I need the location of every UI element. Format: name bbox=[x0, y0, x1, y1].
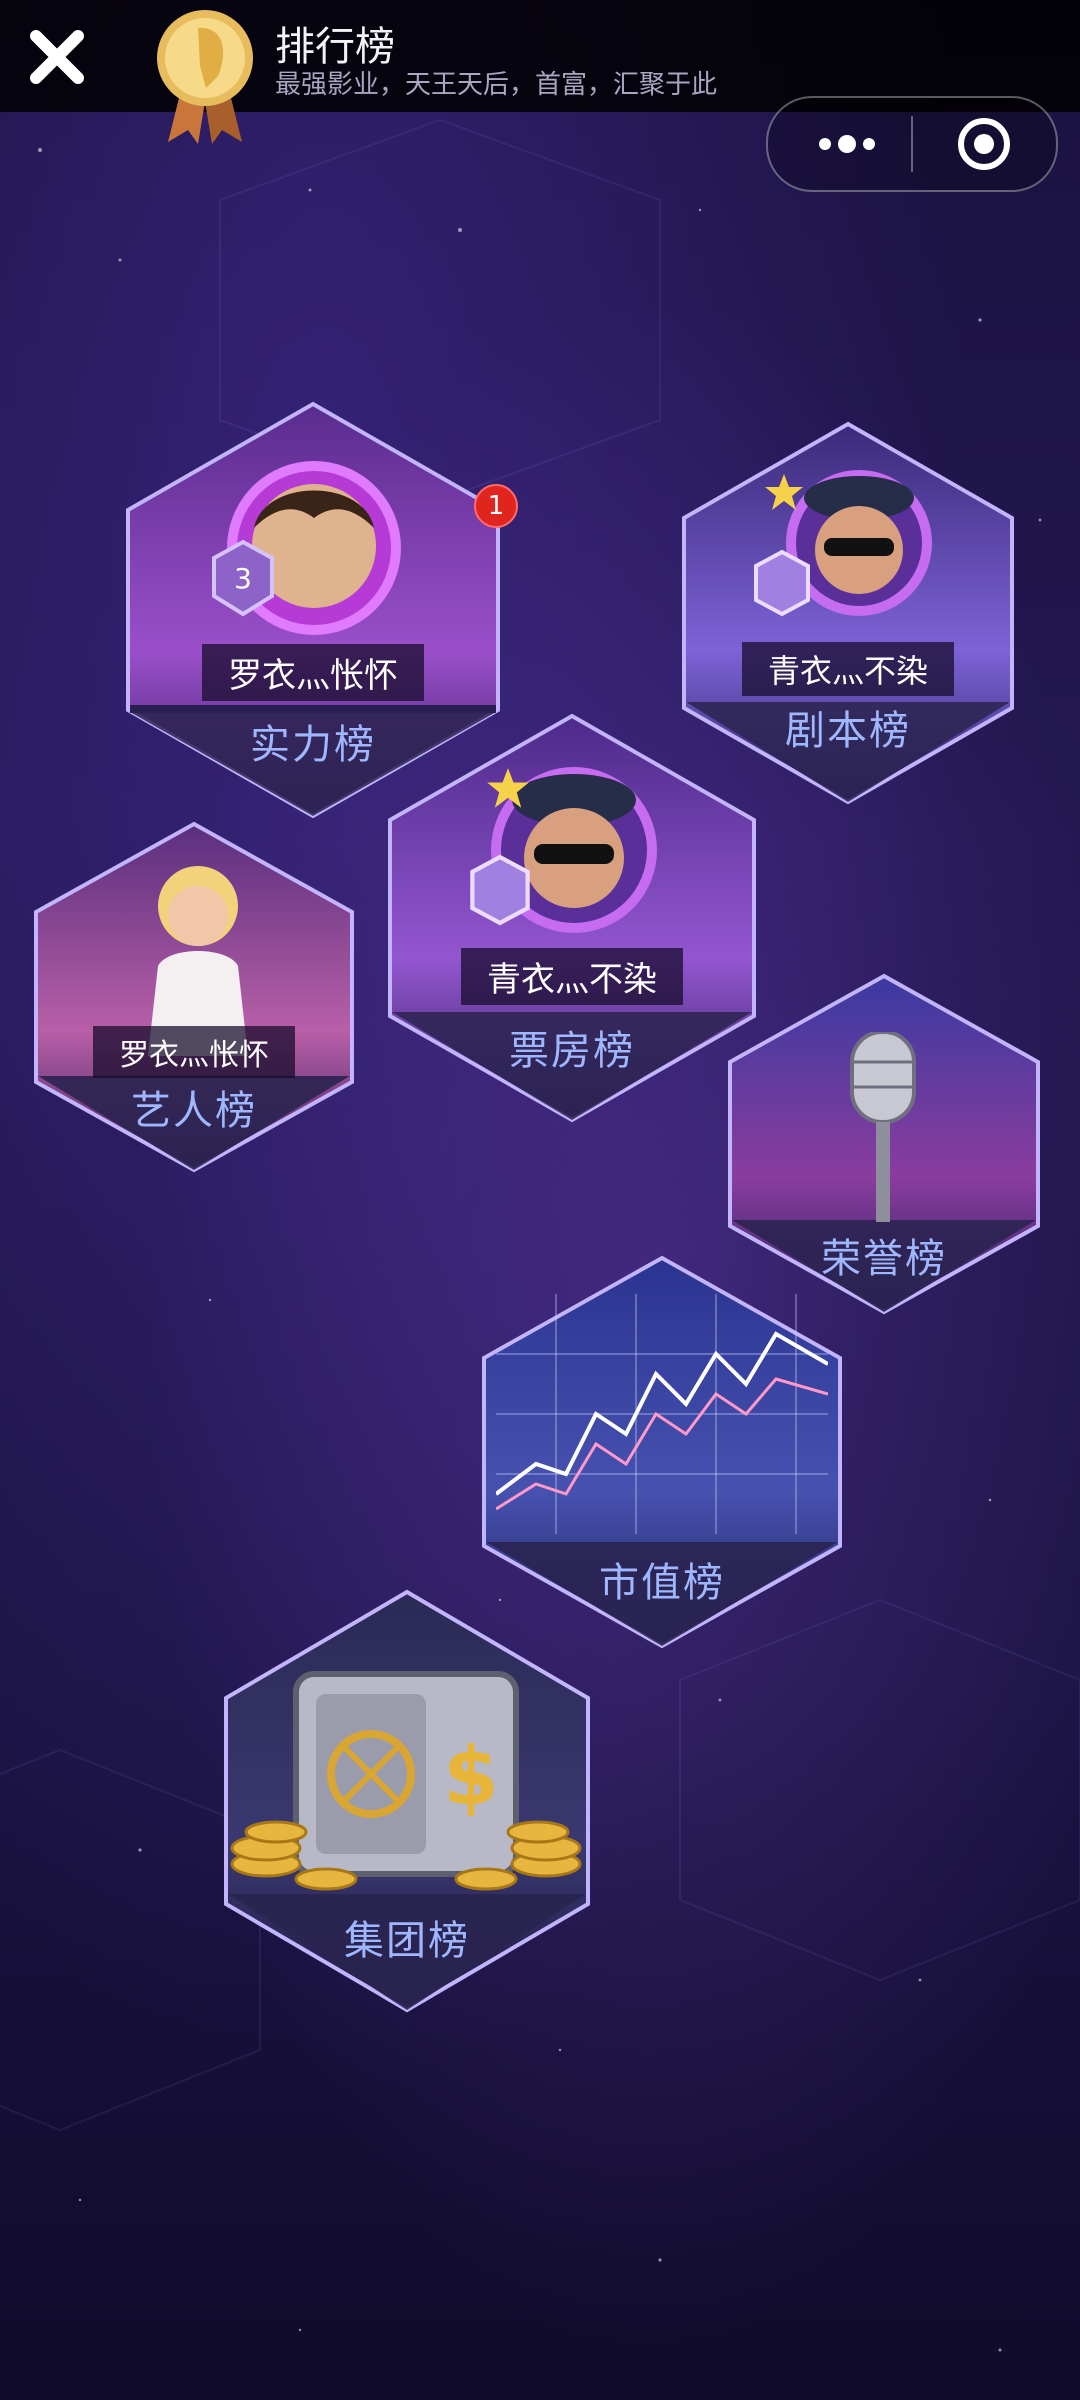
player-name: 罗衣灬怅怀 bbox=[202, 644, 424, 701]
page-subtitle: 最强影业，天王天后，首富，汇聚于此 bbox=[275, 70, 718, 100]
close-button[interactable] bbox=[22, 22, 92, 92]
rank-level: 3 bbox=[234, 562, 252, 595]
more-icon[interactable] bbox=[812, 126, 882, 162]
artist-board[interactable]: 罗衣灬怅怀 艺人榜 bbox=[32, 820, 356, 1174]
rank-badge-icon: 3 bbox=[212, 539, 274, 617]
close-icon bbox=[30, 30, 84, 84]
player-name: 青衣灬不染 bbox=[461, 948, 683, 1005]
target-icon[interactable] bbox=[956, 116, 1012, 172]
rank-badge-icon bbox=[754, 549, 810, 617]
star-icon bbox=[487, 768, 529, 808]
capsule-divider bbox=[911, 116, 913, 172]
player-name: 青衣灬不染 bbox=[741, 642, 955, 696]
board-label: 集团榜 bbox=[344, 1918, 470, 1964]
group-board[interactable]: $ 集团榜 bbox=[222, 1588, 592, 2014]
rank-badge-icon bbox=[470, 854, 530, 926]
medal-icon bbox=[157, 10, 253, 144]
board-label: 票房榜 bbox=[509, 1028, 635, 1074]
star-icon bbox=[765, 474, 803, 510]
player-name: 罗衣灬怅怀 bbox=[93, 1026, 295, 1078]
board-label: 艺人榜 bbox=[131, 1088, 257, 1134]
stock-chart-icon bbox=[496, 1294, 828, 1534]
box-office-board[interactable]: 青衣灬不染 票房榜 bbox=[386, 712, 758, 1124]
miniprogram-capsule bbox=[766, 96, 1058, 192]
safe-icon: $ bbox=[230, 1671, 582, 1891]
microphone-icon bbox=[850, 1032, 916, 1222]
notification-badge: 1 bbox=[474, 484, 518, 528]
svg-text:$: $ bbox=[443, 1730, 499, 1823]
